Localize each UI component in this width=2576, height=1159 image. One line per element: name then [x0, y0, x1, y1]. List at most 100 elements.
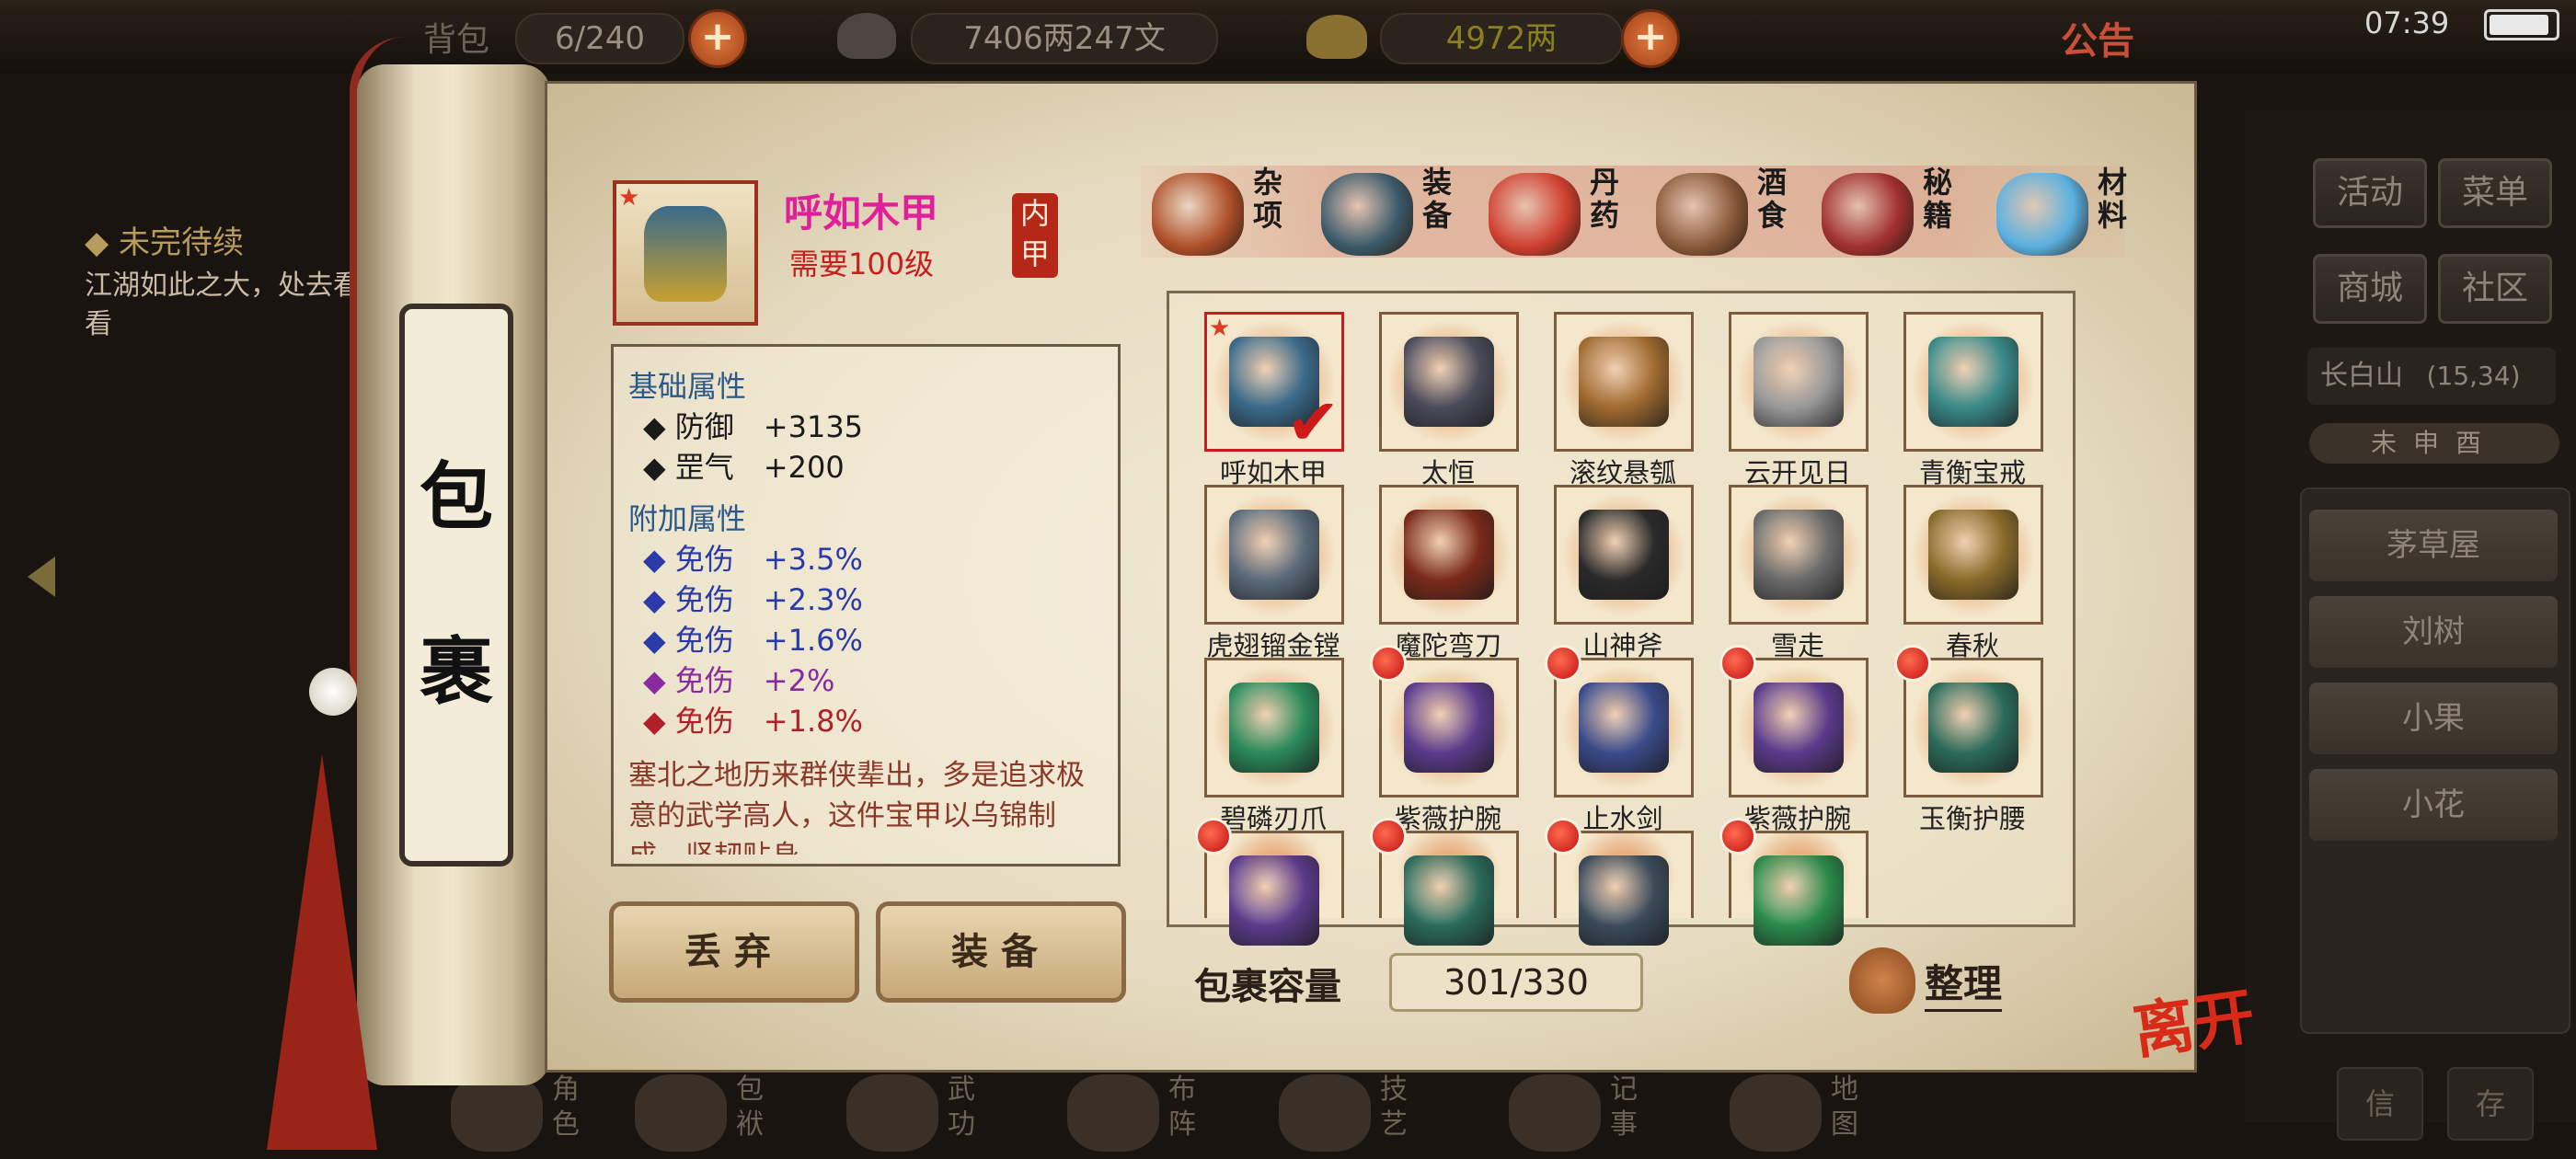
nav-martial[interactable]: 武功	[846, 1067, 1003, 1159]
discard-button[interactable]: 丢弃	[609, 901, 859, 1003]
nav-journal[interactable]: 记事	[1509, 1067, 1665, 1159]
nav-formation[interactable]: 布阵	[1067, 1067, 1224, 1159]
item-description[interactable]: 塞北之地历来群侠辈出，多是追求极意的武学高人，这件宝甲以乌锦制成，坚韧贴身，..…	[628, 755, 1107, 855]
npc-item[interactable]: 刘树	[2309, 596, 2558, 668]
tab-label: 秘籍	[1923, 165, 1953, 233]
sort-button[interactable]: 整理	[1925, 953, 2003, 1012]
new-item-dot-icon	[1370, 818, 1407, 855]
tab-misc[interactable]: 杂项	[1152, 166, 1308, 267]
activity-button[interactable]: 活动	[2313, 158, 2427, 228]
category-icon	[1321, 173, 1413, 256]
capacity-value: 301/330	[1389, 953, 1643, 1012]
base-stat: ◆ 罡气 +200	[643, 450, 845, 485]
star-icon: ★	[618, 184, 640, 212]
mail-button[interactable]: 信	[2337, 1067, 2423, 1141]
menu-button[interactable]: 菜单	[2438, 158, 2552, 228]
item-slot[interactable]	[1903, 485, 2043, 625]
category-icon	[1996, 173, 2088, 256]
category-icon	[1656, 173, 1748, 256]
battery-icon	[2484, 9, 2559, 40]
add-bag-button[interactable]: +	[688, 9, 747, 68]
collapse-arrow-icon[interactable]	[28, 557, 55, 597]
new-item-dot-icon	[1545, 818, 1581, 855]
item-slot[interactable]	[1554, 312, 1694, 452]
save-button[interactable]: 存	[2447, 1067, 2534, 1141]
item-slot[interactable]	[1204, 485, 1344, 625]
money-bag-icon[interactable]	[1849, 947, 1915, 1014]
item-stats-box: 基础属性 ◆ 防御 +3135 ◆ 罡气 +200 附加属性 ◆ 免伤 +3.5…	[611, 344, 1121, 866]
item-slot[interactable]: ★ ✔	[1204, 312, 1344, 460]
new-item-dot-icon	[1719, 818, 1756, 855]
selected-item-icon: ★	[613, 180, 758, 326]
selected-item-requirement: 需要100级	[789, 247, 935, 281]
nav-map[interactable]: 地图	[1730, 1067, 1886, 1159]
extra-stat: ◆ 免伤 +2.3%	[643, 582, 863, 617]
selected-item-name: 呼如木甲	[784, 190, 939, 235]
quest-text[interactable]: 江湖如此之大，处去看看	[85, 267, 361, 344]
clock: 07:39	[2364, 6, 2450, 40]
base-stat: ◆ 防御 +3135	[643, 409, 864, 444]
book-icon	[846, 1074, 938, 1152]
item-icon	[1404, 337, 1494, 427]
item-grid[interactable]: ★ ✔ 呼如木甲 太恒 滚纹悬瓠 云开见日 青衡宝戒 虎翅镏金镗 魔陀弯刀 山神斧 雪走 春秋 碧磷刃爪…	[1167, 291, 2076, 946]
tab-food[interactable]: 酒食	[1656, 166, 1812, 267]
shop-button[interactable]: 商城	[2313, 254, 2427, 324]
new-item-dot-icon	[1719, 645, 1756, 682]
item-slot[interactable]	[1903, 658, 2043, 798]
category-icon	[1152, 173, 1244, 256]
npc-item[interactable]: 茅草屋	[2309, 510, 2558, 581]
tab-label: 丹药	[1590, 165, 1620, 233]
item-icon	[1229, 510, 1319, 600]
item-icon	[1579, 510, 1669, 600]
extra-stats-header: 附加属性	[628, 501, 747, 536]
item-slot[interactable]	[1729, 658, 1869, 798]
community-button[interactable]: 社区	[2438, 254, 2552, 324]
item-icon	[1754, 337, 1844, 427]
tab-equipment[interactable]: 装备	[1321, 166, 1478, 267]
tab-materials[interactable]: 材料	[1996, 166, 2153, 267]
item-icon	[1404, 855, 1494, 946]
item-icon	[1404, 510, 1494, 600]
nav-bag[interactable]: 包袱	[635, 1067, 791, 1159]
scroll-title-label: 包 裹	[399, 304, 513, 866]
item-slot[interactable]	[1379, 658, 1519, 798]
add-gold-button[interactable]: +	[1621, 9, 1680, 68]
tab-label: 装备	[1422, 165, 1453, 233]
item-slot[interactable]	[1204, 658, 1344, 798]
item-slot[interactable]	[1729, 312, 1869, 452]
extra-stat: ◆ 免伤 +2%	[643, 663, 835, 698]
tab-label: 杂项	[1253, 165, 1283, 233]
npc-item[interactable]: 小果	[2309, 683, 2558, 754]
quest-title[interactable]: ◆ 未完待续	[85, 217, 244, 262]
tab-manuals[interactable]: 秘籍	[1822, 166, 1978, 267]
tab-label: 材料	[2098, 165, 2128, 233]
item-icon	[1754, 683, 1844, 773]
location-coords: (15,34)	[2426, 361, 2521, 391]
leave-button[interactable]: 离开	[2127, 967, 2260, 1071]
notice-button[interactable]: 公告	[2061, 11, 2134, 64]
capacity-label: 包裹容量	[1194, 966, 1341, 1008]
category-icon	[1822, 173, 1914, 256]
item-icon	[1754, 855, 1844, 946]
new-item-dot-icon	[1545, 645, 1581, 682]
tab-medicine[interactable]: 丹药	[1489, 166, 1645, 267]
equip-button[interactable]: 装备	[876, 901, 1126, 1003]
npc-item[interactable]: 小花	[2309, 769, 2558, 841]
item-icon	[1754, 510, 1844, 600]
item-slot[interactable]	[1554, 658, 1694, 798]
yinyang-icon	[1067, 1074, 1159, 1152]
extra-stat: ◆ 免伤 +3.5%	[643, 542, 863, 577]
item-slot[interactable]	[1729, 485, 1869, 625]
location-display[interactable]: 长白山 (15,34)	[2307, 348, 2556, 405]
item-slot[interactable]	[1379, 485, 1519, 625]
nav-skills[interactable]: 技艺	[1279, 1067, 1435, 1159]
item-icon	[1928, 683, 2018, 773]
extra-stat: ◆ 免伤 +1.8%	[643, 704, 863, 739]
time-strip: 未申酉	[2309, 423, 2559, 464]
item-slot[interactable]	[1554, 485, 1694, 625]
item-icon	[1229, 855, 1319, 946]
item-type-tag: 内甲	[1012, 193, 1058, 278]
item-slot[interactable]	[1903, 312, 2043, 452]
item-slot[interactable]	[1379, 312, 1519, 452]
item-icon	[1928, 510, 2018, 600]
